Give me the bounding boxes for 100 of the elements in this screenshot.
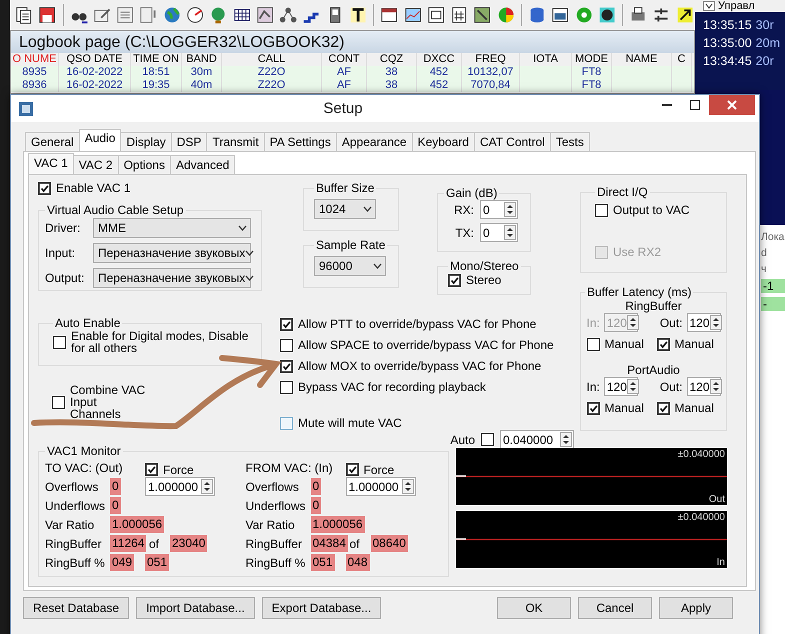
caret-icon: [238, 225, 247, 231]
checkbox[interactable]: [280, 380, 293, 394]
field-label: In:: [586, 316, 600, 330]
spin-arrows-icon: [504, 202, 516, 217]
field-label: of: [348, 536, 360, 550]
button[interactable]: Export Database...: [262, 597, 382, 619]
group-title: Sample Rate: [315, 238, 386, 252]
checkbox[interactable]: [595, 204, 608, 216]
app-icon: [19, 102, 33, 116]
checkbox-label: Allow SPACE to override/bypass VAC for Phone: [298, 338, 554, 352]
checkbox[interactable]: [280, 360, 293, 372]
checkbox[interactable]: [346, 463, 358, 476]
side-label: Лока: [761, 231, 785, 243]
field-label: of: [148, 536, 160, 550]
button[interactable]: Import Database...: [136, 597, 255, 619]
tools-icon[interactable]: [472, 4, 493, 26]
dropdown[interactable]: Переназначение звуковых: [93, 243, 251, 263]
dropdown[interactable]: MME: [93, 218, 251, 238]
table-cell: 8936: [11, 79, 59, 92]
checkbox[interactable]: [280, 318, 293, 330]
save-icon[interactable]: [37, 4, 58, 26]
tab[interactable]: Keyboard: [412, 132, 475, 151]
dropdown[interactable]: Переназначение звуковых: [93, 268, 251, 288]
checkbox[interactable]: [656, 402, 670, 414]
button[interactable]: Cancel: [578, 597, 652, 619]
close-button[interactable]: [709, 95, 755, 115]
checkbox-label: Force: [163, 462, 194, 476]
tab[interactable]: Tests: [550, 132, 590, 151]
table-cell: 16-02-2022: [59, 79, 131, 92]
spin-box[interactable]: 1.000000: [346, 477, 416, 496]
checkbox[interactable]: [656, 338, 670, 350]
button[interactable]: OK: [497, 597, 571, 619]
tab[interactable]: Audio: [78, 129, 122, 151]
field-label: Overflows: [45, 480, 100, 494]
checkbox-label: Combine VAC Input Channels: [70, 384, 146, 420]
tab[interactable]: PA Settings: [264, 132, 337, 151]
spin-box[interactable]: 1.000000: [145, 477, 215, 496]
tab[interactable]: Appearance: [336, 132, 413, 151]
spin-box[interactable]: 120: [604, 377, 638, 396]
group-title: VAC1 Monitor: [46, 444, 122, 458]
tab[interactable]: Advanced: [170, 155, 236, 174]
spin-arrows-icon: [626, 315, 639, 330]
spin-box[interactable]: 0.040000: [500, 430, 574, 449]
table-cell: 40m: [182, 79, 222, 92]
checkbox[interactable]: [38, 182, 51, 194]
field-label: Var Ratio: [45, 518, 96, 532]
spin-box[interactable]: 0: [480, 200, 518, 219]
function-key-icon[interactable]: [426, 4, 446, 26]
checkbox-label: Output to VAC: [613, 203, 690, 217]
tab[interactable]: General: [25, 132, 80, 151]
field-label: Auto: [450, 432, 475, 446]
caret-icon: [245, 250, 254, 256]
table-cell: AF: [322, 79, 367, 92]
caret-icon: [373, 263, 382, 269]
spin-arrows-icon: [201, 479, 213, 494]
field-label: Out:: [660, 380, 682, 394]
spin-box[interactable]: 120: [686, 313, 720, 332]
tab[interactable]: Display: [120, 132, 172, 151]
spin-arrows-icon: [402, 479, 414, 494]
checkbox[interactable]: [481, 433, 494, 446]
dropdown[interactable]: 1024: [314, 199, 376, 219]
side-value: -: [761, 297, 785, 311]
tab[interactable]: VAC 2: [72, 155, 119, 174]
table-cell: 19:35: [131, 79, 182, 92]
spin-box[interactable]: 120: [686, 377, 720, 396]
button[interactable]: Reset Database: [23, 597, 130, 619]
value-readout: 04384: [310, 535, 348, 552]
list-icon[interactable]: [115, 4, 136, 26]
value-readout: 051: [310, 554, 335, 571]
checkbox-label: Bypass VAC for recording playback: [298, 380, 486, 394]
checkbox[interactable]: [280, 416, 293, 430]
value-readout: 23040: [170, 535, 208, 552]
field-label: Out:: [660, 316, 682, 330]
checkbox-label: Manual: [604, 401, 644, 415]
dropdown-caret-icon[interactable]: [703, 1, 715, 11]
checkbox[interactable]: [586, 402, 600, 414]
caret-icon: [245, 275, 254, 281]
tab[interactable]: Options: [118, 155, 171, 174]
dropdown[interactable]: 96000: [314, 256, 386, 276]
spin-arrows-icon: [710, 379, 722, 394]
spin-arrows-icon: [560, 432, 572, 447]
tab[interactable]: VAC 1: [28, 153, 74, 174]
checkbox[interactable]: [145, 463, 158, 476]
group-title: Virtual Audio Cable Setup: [46, 203, 185, 217]
time-label: 13:35:15: [703, 18, 752, 32]
checkbox[interactable]: [53, 336, 66, 348]
band-label: 20r: [756, 54, 774, 68]
group-title: Direct I/Q: [596, 185, 649, 199]
button[interactable]: Apply: [659, 597, 733, 619]
value-readout: 051: [145, 554, 170, 571]
scope-range-label: ±0.040000: [678, 449, 725, 460]
value-readout: 11264: [110, 535, 146, 552]
checkbox[interactable]: [448, 274, 461, 286]
checkbox[interactable]: [280, 338, 293, 352]
minimize-icon: [662, 104, 672, 106]
spin-box[interactable]: 0: [480, 223, 518, 242]
value-readout: 049: [110, 554, 134, 571]
checkbox[interactable]: [52, 396, 65, 408]
side-label: d: [761, 247, 768, 259]
checkbox-label: Force: [364, 462, 394, 476]
